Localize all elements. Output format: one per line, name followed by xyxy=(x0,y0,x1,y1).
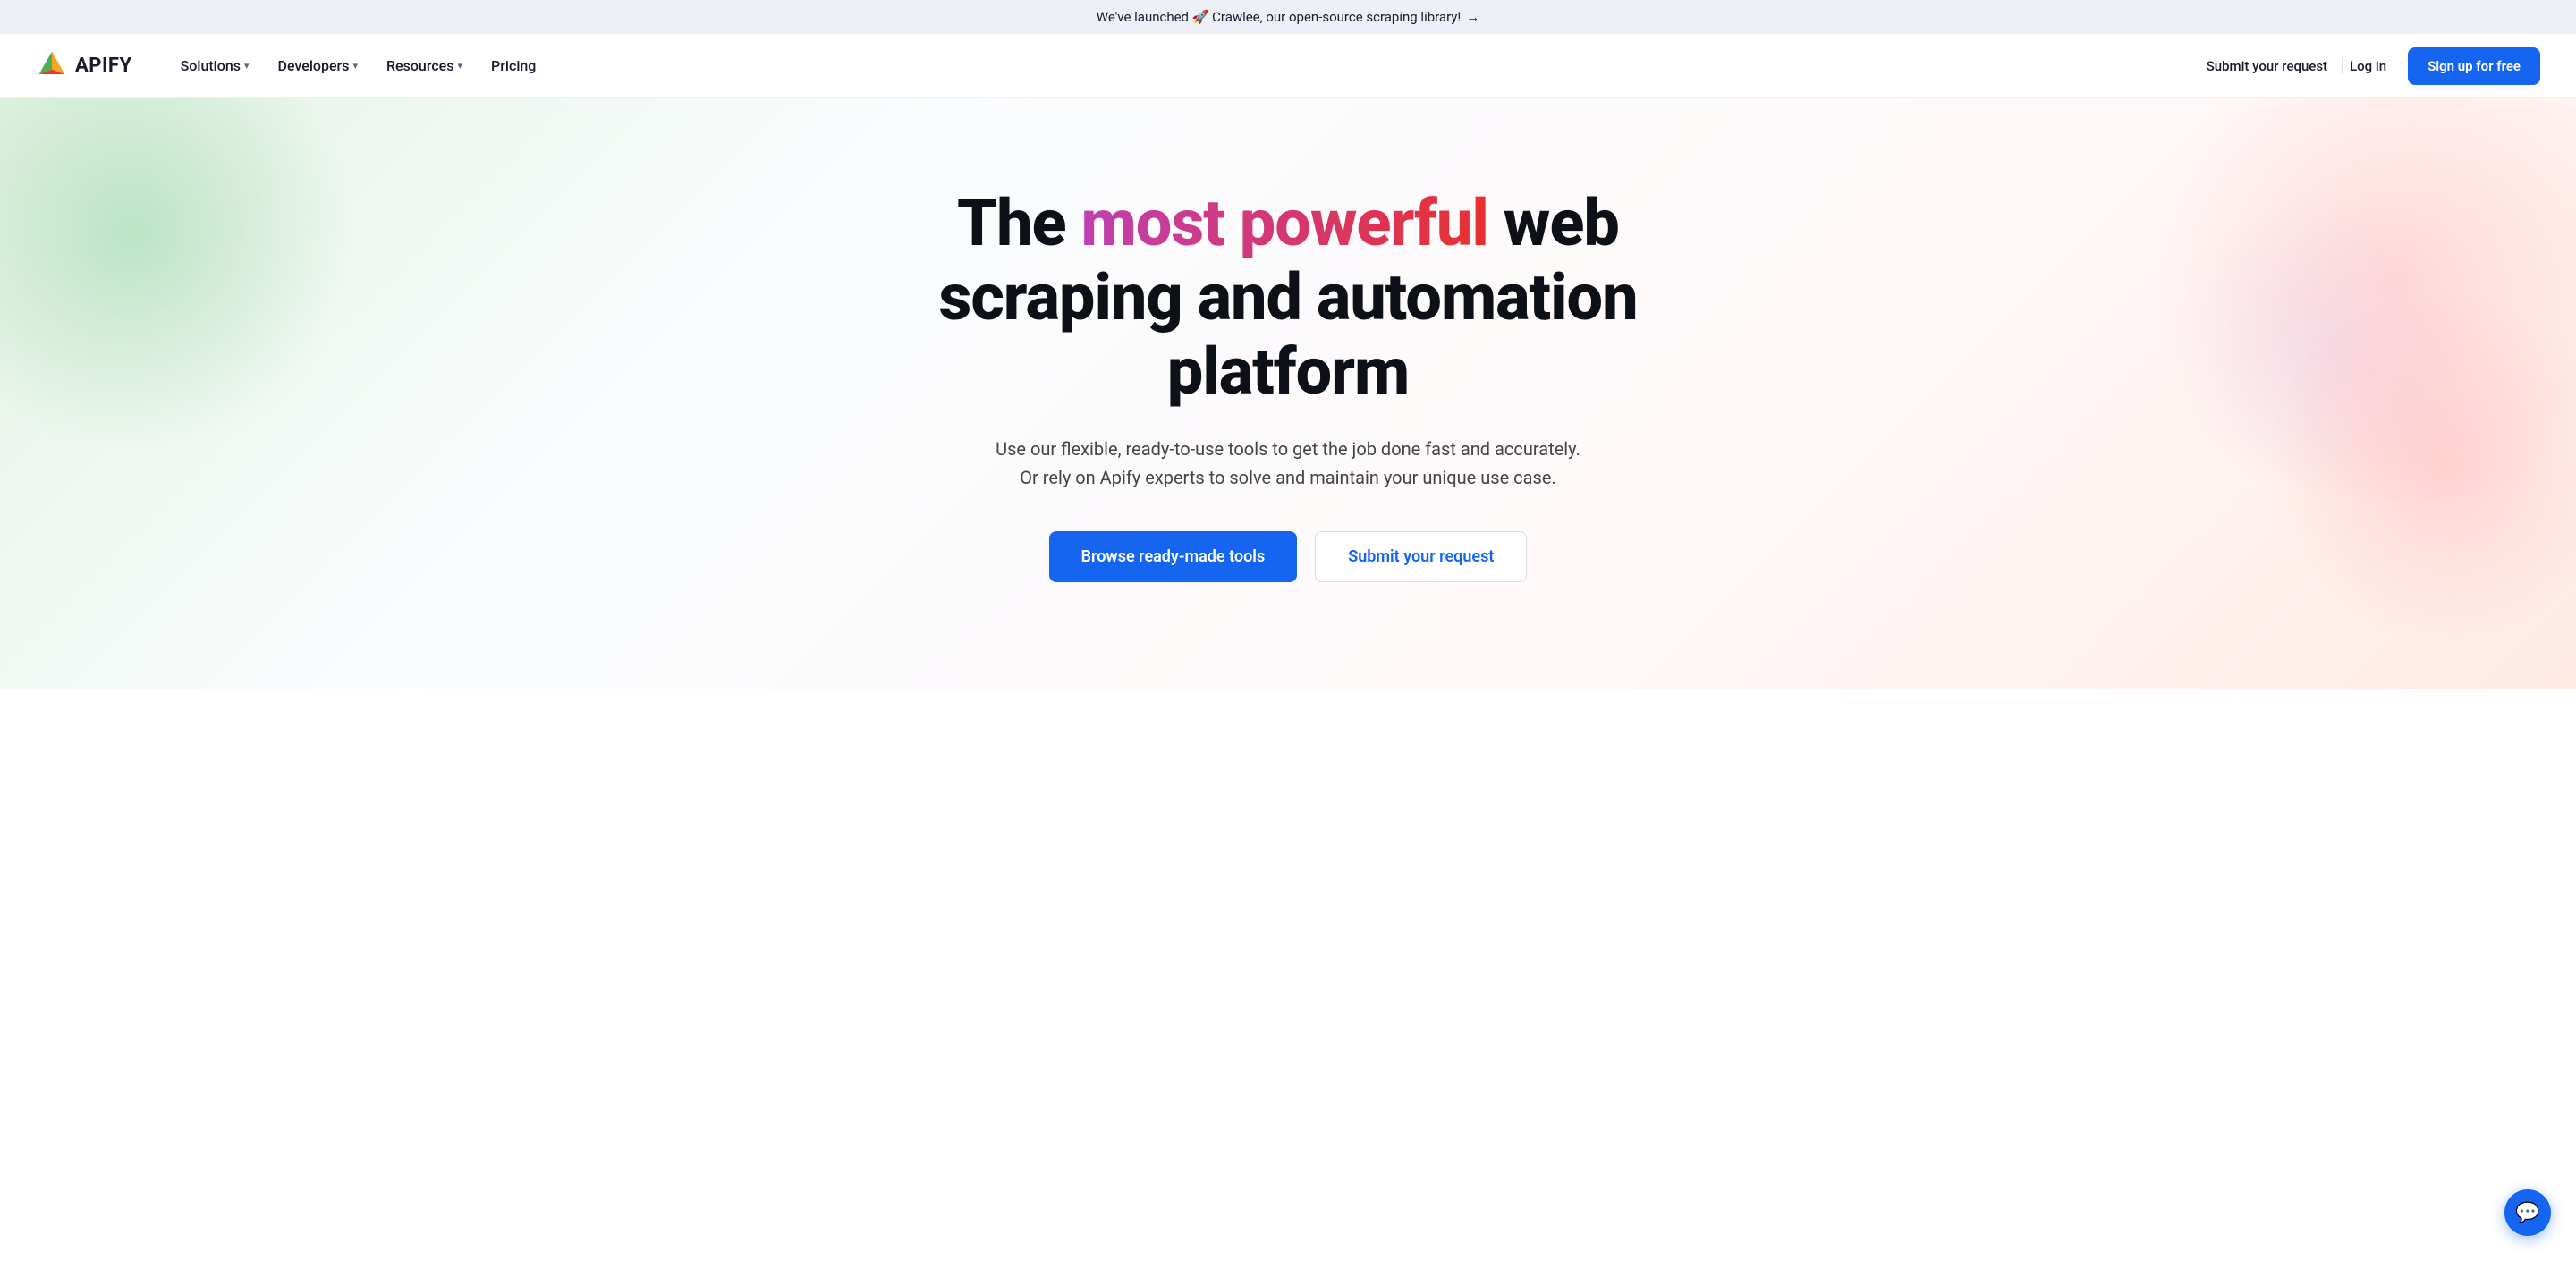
subtitle-line1: Use our flexible, ready-to-use tools to … xyxy=(996,438,1580,460)
hero-content: The most powerful web scraping and autom… xyxy=(886,187,1690,581)
logo-icon xyxy=(36,50,68,82)
chevron-down-icon: ▾ xyxy=(244,60,250,72)
chat-icon: 💬 xyxy=(2515,1202,2539,1224)
nav-solutions[interactable]: Solutions ▾ xyxy=(168,50,262,81)
hero-buttons: Browse ready-made tools Submit your requ… xyxy=(886,531,1690,582)
logo-link[interactable]: APIFY xyxy=(36,50,132,82)
signup-button[interactable]: Sign up for free xyxy=(2408,47,2540,85)
nav-pricing[interactable]: Pricing xyxy=(479,50,548,81)
hero-subtitle: Use our flexible, ready-to-use tools to … xyxy=(984,435,1592,492)
submit-request-button[interactable]: Submit your request xyxy=(1315,531,1527,582)
chevron-down-icon: ▾ xyxy=(352,60,358,72)
hero-section: The most powerful web scraping and autom… xyxy=(0,98,2576,689)
hero-title: The most powerful web scraping and autom… xyxy=(886,187,1690,409)
announcement-bar[interactable]: We've launched 🚀 Crawlee, our open-sourc… xyxy=(0,0,2576,34)
nav-actions: Submit your request Log in Sign up for f… xyxy=(2207,47,2540,85)
decorative-blob-right xyxy=(2263,286,2576,644)
nav-developers[interactable]: Developers ▾ xyxy=(266,50,370,81)
announcement-text: We've launched 🚀 Crawlee, our open-sourc… xyxy=(1097,9,1462,25)
announcement-arrow: → xyxy=(1466,9,1479,25)
nav-links: Solutions ▾ Developers ▾ Resources ▾ Pri… xyxy=(168,50,2207,81)
chat-button[interactable]: 💬 xyxy=(2504,1189,2551,1236)
decorative-blob-top-right xyxy=(2174,188,2487,501)
login-button[interactable]: Log in xyxy=(2342,58,2394,74)
title-gradient: most powerful xyxy=(1081,185,1488,261)
nav-resources[interactable]: Resources ▾ xyxy=(374,50,475,81)
subtitle-line2: Or rely on Apify experts to solve and ma… xyxy=(1020,467,1555,488)
title-prefix: The xyxy=(957,185,1081,261)
logo-text: APIFY xyxy=(75,55,132,77)
browse-tools-button[interactable]: Browse ready-made tools xyxy=(1049,531,1298,582)
chevron-down-icon: ▾ xyxy=(457,60,462,72)
submit-request-link[interactable]: Submit your request xyxy=(2207,58,2327,74)
navigation: APIFY Solutions ▾ Developers ▾ Resources… xyxy=(0,34,2576,98)
